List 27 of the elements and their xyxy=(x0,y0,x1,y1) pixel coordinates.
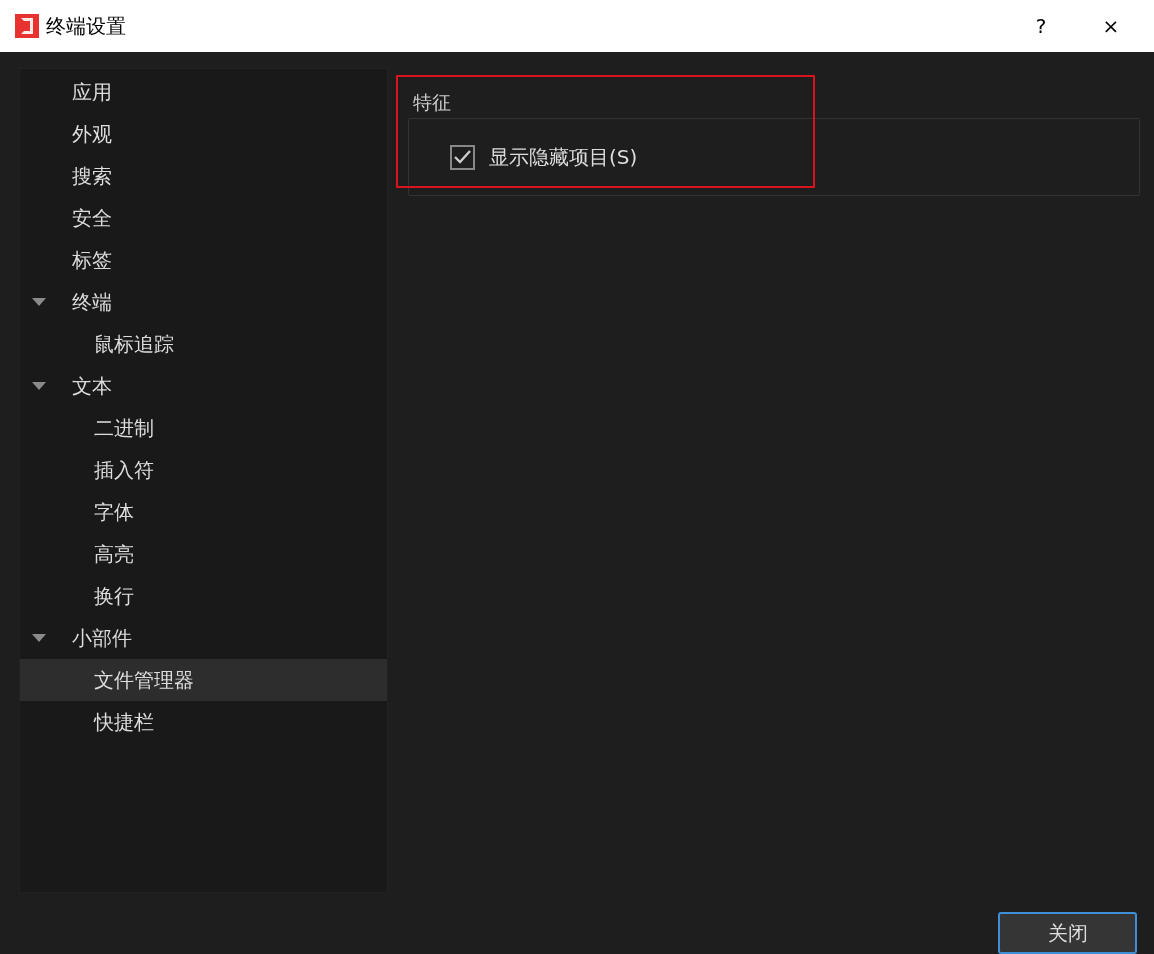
tree-item[interactable]: 快捷栏 xyxy=(20,701,387,743)
tree-item[interactable]: 字体 xyxy=(20,491,387,533)
tree-item[interactable]: 插入符 xyxy=(20,449,387,491)
tree-item[interactable]: 文本 xyxy=(20,365,387,407)
help-button[interactable]: ? xyxy=(1006,0,1076,52)
group-title: 特征 xyxy=(413,90,451,115)
tree-item[interactable]: 搜索 xyxy=(20,155,387,197)
tree-item[interactable]: 标签 xyxy=(20,239,387,281)
tree-item[interactable]: 文件管理器 xyxy=(20,659,387,701)
window-title: 终端设置 xyxy=(46,12,127,40)
tree-item[interactable]: 终端 xyxy=(20,281,387,323)
app-logo-icon xyxy=(14,13,40,39)
expand-arrow-icon[interactable] xyxy=(32,298,46,306)
tree-item[interactable]: 高亮 xyxy=(20,533,387,575)
close-button[interactable]: × xyxy=(1076,0,1146,52)
tree-item[interactable]: 小部件 xyxy=(20,617,387,659)
tree-item[interactable]: 鼠标追踪 xyxy=(20,323,387,365)
expand-arrow-icon[interactable] xyxy=(32,634,46,642)
checkbox-label[interactable]: 显示隐藏项目(S) xyxy=(489,143,638,171)
expand-arrow-icon[interactable] xyxy=(32,382,46,390)
tree-item[interactable]: 应用 xyxy=(20,71,387,113)
tree-item[interactable]: 换行 xyxy=(20,575,387,617)
tree-item[interactable]: 外观 xyxy=(20,113,387,155)
close-dialog-button[interactable]: 关闭 xyxy=(998,912,1137,954)
checkbox[interactable] xyxy=(450,144,475,170)
tree-item[interactable]: 安全 xyxy=(20,197,387,239)
tree-item[interactable]: 二进制 xyxy=(20,407,387,449)
